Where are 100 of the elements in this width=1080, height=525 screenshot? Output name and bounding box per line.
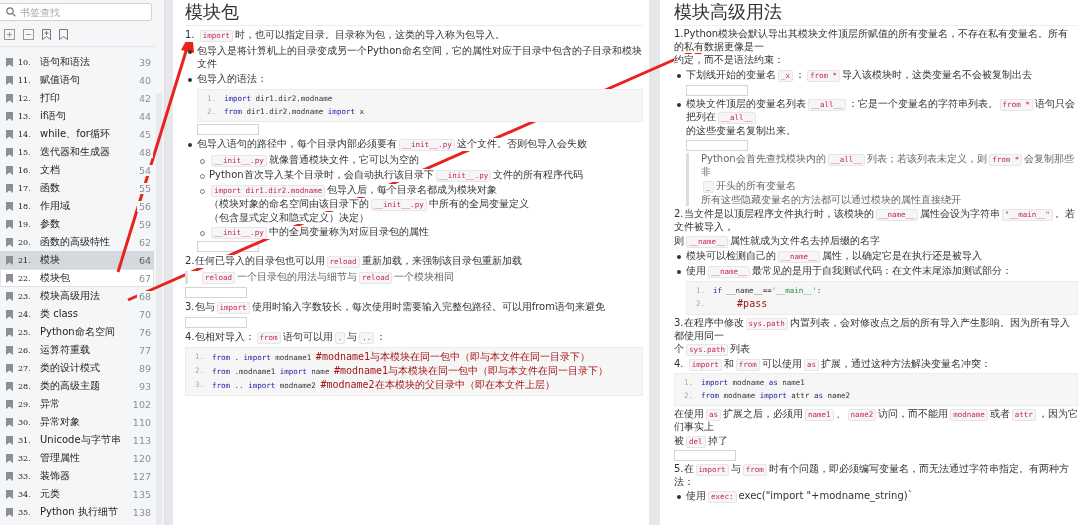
page-number: 89 (136, 362, 153, 374)
page-number: 70 (136, 308, 153, 320)
bullet-icon (677, 102, 681, 107)
chapter-number: 25. (18, 327, 32, 337)
chapter-title: 运算符重载 (40, 343, 91, 357)
page-number: 59 (136, 218, 153, 230)
chapter-number: 12. (18, 93, 32, 103)
page-number: 120 (130, 452, 153, 464)
image-placeholder (185, 287, 247, 298)
bullet-icon (188, 50, 192, 54)
chapter-number: 27. (18, 363, 32, 373)
page-number: 42 (136, 92, 153, 104)
chapter-title: Python 执行细节 (40, 505, 119, 519)
chapter-title: 赋值语句 (40, 73, 81, 87)
page-number: 39 (136, 56, 153, 68)
chapter-number: 34. (18, 489, 32, 499)
chapter-number: 13. (18, 111, 32, 121)
chapter-number: 35. (18, 507, 32, 517)
chapter-title: 打印 (40, 91, 61, 105)
chapter-title: while、for循环 (40, 127, 111, 141)
image-placeholder (674, 449, 736, 461)
bullet-icon (677, 73, 681, 78)
chapter-title: 文档 (40, 163, 61, 177)
chapter-title: 类 class (40, 307, 79, 321)
page-number: 62 (136, 236, 153, 248)
chapter-title: 异常对象 (40, 415, 81, 429)
page-number: 40 (136, 74, 153, 86)
chapter-number: 16. (18, 165, 32, 175)
bullet-icon (200, 158, 205, 164)
code-line: #pass (736, 297, 769, 311)
page-number: 56 (136, 200, 153, 212)
page-number: 55 (136, 182, 153, 194)
chapter-title: 模块包 (40, 271, 71, 285)
page-number: 135 (130, 488, 153, 500)
image-placeholder (686, 84, 748, 96)
chapter-title: if语句 (40, 109, 68, 123)
chapter-number: 15. (18, 147, 32, 157)
chapter-number: 26. (18, 345, 32, 355)
chapter-number: 24. (18, 309, 32, 319)
chapter-title: 参数 (40, 217, 61, 231)
page-number: 113 (130, 434, 153, 446)
chapter-number: 23. (18, 291, 32, 301)
page-number: 138 (130, 506, 153, 518)
image-placeholder (686, 140, 748, 151)
bullet-icon (677, 269, 681, 274)
bookmark-item[interactable]: 22. 模块包 67 (0, 269, 154, 287)
chapter-title: 类的高级主题 (40, 379, 101, 393)
search-field[interactable]: 书签查找 (0, 3, 152, 21)
page-number: 64 (136, 254, 153, 266)
chapter-title: Python命名空间 (40, 325, 116, 339)
chapter-number: 29. (18, 399, 32, 409)
page-number: 44 (136, 110, 153, 122)
chapter-title: 异常 (40, 397, 61, 411)
page-heading: 模块高级用法 (674, 1, 782, 22)
chapter-number: 32. (18, 453, 32, 463)
chapter-number: 20. (18, 237, 32, 247)
page-number: 45 (136, 128, 153, 140)
bookmark-add-icon[interactable] (42, 29, 51, 40)
chapter-number: 10. (18, 57, 32, 67)
chapter-number: 14. (18, 129, 32, 139)
page-number: 77 (136, 344, 153, 356)
bullet-icon (200, 173, 205, 179)
page-number: 67 (136, 272, 153, 284)
bookmark-item[interactable]: 21. 模块 64 (0, 251, 154, 269)
chapter-title: 模块高级用法 (40, 289, 101, 303)
page-number: 76 (136, 326, 153, 338)
chapter-number: 17. (18, 183, 32, 193)
bullet-icon (200, 231, 205, 236)
bullet-icon (677, 495, 681, 499)
collapse-icon[interactable] (23, 29, 34, 40)
image-placeholder (185, 317, 247, 328)
chapter-title: 作用域 (40, 199, 71, 213)
scrollbar[interactable] (156, 93, 162, 525)
page-number: 48 (136, 146, 153, 158)
bullet-icon (677, 254, 681, 259)
page-number: 102 (130, 398, 153, 410)
chapter-title: 函数 (40, 181, 61, 195)
chapter-number: 30. (18, 417, 32, 427)
chapter-number: 21. (18, 255, 32, 265)
image-placeholder (197, 241, 259, 252)
bookmark-icon[interactable] (59, 29, 68, 40)
chapter-number: 18. (18, 201, 32, 211)
page-number: 110 (130, 416, 153, 428)
page-heading: 模块包 (185, 1, 239, 22)
chapter-number: 22. (18, 273, 32, 283)
chapter-title: 模块 (40, 253, 61, 267)
chapter-number: 19. (18, 219, 32, 229)
page-number: 127 (130, 470, 153, 482)
page-number: 93 (136, 380, 153, 392)
chapter-title: Unicode与字节串 (40, 433, 122, 447)
chapter-number: 28. (18, 381, 32, 391)
page-number: 68 (136, 290, 153, 302)
chapter-number: 33. (18, 471, 32, 481)
chapter-number: 31. (18, 435, 32, 445)
image-placeholder (197, 123, 259, 135)
chapter-title: 语句和语法 (40, 55, 91, 69)
chapter-number: 11. (18, 75, 32, 85)
bullet-icon (188, 142, 192, 147)
expand-icon[interactable] (4, 29, 15, 40)
chapter-title: 元类 (40, 487, 61, 501)
